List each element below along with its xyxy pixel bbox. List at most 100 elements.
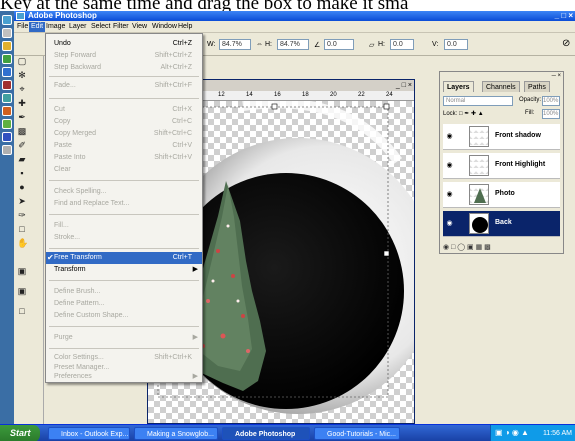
menu-window[interactable]: Window bbox=[152, 23, 177, 31]
quickmask-icon[interactable]: ▣ bbox=[17, 286, 27, 296]
layer-thumbnail bbox=[469, 126, 489, 147]
menu-item-step-backward[interactable]: Step Backward Alt+Ctrl+Z bbox=[46, 62, 202, 74]
transform-handle[interactable] bbox=[383, 250, 390, 257]
gradient-tool-icon[interactable]: ▪ bbox=[17, 168, 27, 178]
app-icon[interactable] bbox=[2, 93, 12, 103]
menu-item-fill[interactable]: Fill... bbox=[46, 220, 202, 232]
tab-layers[interactable]: Layers bbox=[443, 81, 474, 92]
menu-item-paste-into[interactable]: Paste Into Shift+Ctrl+V bbox=[46, 152, 202, 164]
window-controls[interactable]: _ □ × bbox=[555, 11, 573, 21]
layer-front-shadow[interactable]: ◉ Front shadow bbox=[443, 124, 560, 150]
menu-item-copy-merged[interactable]: Copy Merged Shift+Ctrl+C bbox=[46, 128, 202, 140]
hand-tool-icon[interactable]: ✋ bbox=[17, 238, 28, 248]
opacity-input[interactable]: 100% bbox=[542, 96, 560, 106]
menu-filter[interactable]: Filter bbox=[113, 23, 129, 31]
layer-thumbnail bbox=[469, 184, 489, 205]
app-icon[interactable] bbox=[2, 145, 12, 155]
eye-icon[interactable]: ◉ bbox=[445, 190, 454, 199]
menu-item-free-transform[interactable]: ✔ Free Transform Ctrl+T bbox=[46, 252, 202, 264]
tab-paths[interactable]: Paths bbox=[524, 81, 550, 92]
menu-item-purge[interactable]: Purge ▶ bbox=[46, 332, 202, 344]
menu-item-transform[interactable]: Transform ▶ bbox=[46, 264, 202, 276]
layer-name: Back bbox=[495, 219, 512, 226]
menu-item-define-custom-shape[interactable]: Define Custom Shape... bbox=[46, 310, 202, 322]
lasso-tool-icon[interactable]: ✻ bbox=[17, 70, 27, 80]
eraser-tool-icon[interactable]: ▰ bbox=[17, 154, 27, 164]
menu-item-preferences[interactable]: Preferences ▶ bbox=[46, 371, 202, 383]
layer-photo[interactable]: ◉ Photo bbox=[443, 182, 560, 208]
height-input[interactable]: 84.7% bbox=[277, 39, 309, 50]
color-swatch-icon[interactable]: ▣ bbox=[17, 266, 27, 276]
stamp-tool-icon[interactable]: ▩ bbox=[17, 126, 27, 136]
marquee-tool-icon[interactable]: ▢ bbox=[17, 56, 27, 66]
history-brush-icon[interactable]: ✐ bbox=[17, 140, 27, 150]
link-icon[interactable]: ⇔ bbox=[256, 41, 263, 48]
menu-separator bbox=[49, 180, 199, 181]
menu-item-define-brush[interactable]: Define Brush... bbox=[46, 286, 202, 298]
width-input[interactable]: 84.7% bbox=[219, 39, 251, 50]
menu-item-fade[interactable]: Fade... Shift+Ctrl+F bbox=[46, 80, 202, 92]
app-icon[interactable] bbox=[2, 119, 12, 129]
app-icon[interactable] bbox=[2, 132, 12, 142]
task-snowglobe[interactable]: Making a Snowglob... bbox=[134, 427, 218, 440]
document-controls[interactable]: _ □ × bbox=[396, 81, 412, 90]
task-outlook[interactable]: Inbox - Outlook Exp... bbox=[48, 427, 130, 440]
tray-icons[interactable]: ▣ ◑ ◉ ▲ bbox=[495, 428, 529, 437]
computer-icon[interactable] bbox=[2, 28, 12, 38]
notes-tool-icon[interactable]: □ bbox=[17, 224, 27, 234]
dodge-tool-icon[interactable]: ● bbox=[17, 182, 27, 192]
menu-item-step-forward[interactable]: Step Forward Shift+Ctrl+Z bbox=[46, 50, 202, 62]
fill-input[interactable]: 100% bbox=[542, 109, 560, 119]
blend-mode-select[interactable]: Normal bbox=[443, 96, 513, 106]
app-icon[interactable] bbox=[2, 80, 12, 90]
menu-edit[interactable]: Edit bbox=[29, 22, 46, 32]
tab-channels[interactable]: Channels bbox=[482, 81, 520, 92]
angle-input[interactable]: 0.0 bbox=[324, 39, 354, 50]
hskew-input[interactable]: 0.0 bbox=[390, 39, 414, 50]
menu-separator bbox=[49, 248, 199, 249]
menu-view[interactable]: View bbox=[132, 23, 147, 31]
eye-icon[interactable]: ◉ bbox=[445, 219, 454, 228]
menu-select[interactable]: Select bbox=[91, 23, 110, 31]
window-title: Adobe Photoshop bbox=[28, 11, 97, 20]
healing-tool-icon[interactable]: ✚ bbox=[17, 98, 27, 108]
vskew-input[interactable]: 0.0 bbox=[444, 39, 468, 50]
menu-help[interactable]: Help bbox=[178, 23, 192, 31]
cancel-transform-icon[interactable]: ⊘ bbox=[562, 38, 570, 49]
menu-item-clear[interactable]: Clear bbox=[46, 164, 202, 176]
pen-tool-icon[interactable]: ✑ bbox=[17, 210, 27, 220]
start-button[interactable]: Start bbox=[0, 425, 40, 441]
layer-front-highlight[interactable]: ◉ Front Highlight bbox=[443, 153, 560, 179]
screen-mode-icon[interactable]: □ bbox=[17, 306, 27, 316]
menu-item-stroke[interactable]: Stroke... bbox=[46, 232, 202, 244]
path-selection-icon[interactable]: ➤ bbox=[17, 196, 27, 206]
crop-tool-icon[interactable]: ⌖ bbox=[17, 84, 27, 94]
layer-back[interactable]: ◉ Back bbox=[443, 211, 560, 237]
transform-handle[interactable] bbox=[271, 103, 278, 110]
task-good-tutorials[interactable]: Good-Tutorials - Mic... bbox=[314, 427, 400, 440]
task-photoshop[interactable]: Adobe Photoshop bbox=[222, 427, 310, 440]
menu-item-copy[interactable]: Copy Ctrl+C bbox=[46, 116, 202, 128]
transform-handle[interactable] bbox=[383, 103, 390, 110]
menu-layer[interactable]: Layer bbox=[69, 23, 87, 31]
ie-icon[interactable] bbox=[2, 15, 12, 25]
app-icon[interactable] bbox=[2, 54, 12, 64]
menu-item-undo[interactable]: Undo Ctrl+Z bbox=[46, 38, 202, 50]
menu-image[interactable]: Image bbox=[46, 23, 65, 31]
menu-item-define-pattern[interactable]: Define Pattern... bbox=[46, 298, 202, 310]
app-icon[interactable] bbox=[2, 106, 12, 116]
brush-tool-icon[interactable]: ✒ bbox=[17, 112, 27, 122]
panel-controls[interactable]: ─ × bbox=[440, 72, 563, 80]
folder-icon[interactable] bbox=[2, 41, 12, 51]
menu-item-find-replace[interactable]: Find and Replace Text... bbox=[46, 198, 202, 210]
menu-item-paste[interactable]: Paste Ctrl+V bbox=[46, 140, 202, 152]
eye-icon[interactable]: ◉ bbox=[445, 161, 454, 170]
layers-footer-buttons[interactable]: ◉ □ ◯ ▣ ▦ ▩ bbox=[443, 243, 560, 253]
menu-file[interactable]: File bbox=[17, 23, 28, 31]
lock-icons[interactable]: □ ✒ ✚ ▲ bbox=[459, 111, 484, 117]
ruler-mark: 20 bbox=[330, 92, 337, 98]
app-icon[interactable] bbox=[2, 67, 12, 77]
eye-icon[interactable]: ◉ bbox=[445, 132, 454, 141]
menu-item-cut[interactable]: Cut Ctrl+X bbox=[46, 104, 202, 116]
menu-item-check-spelling[interactable]: Check Spelling... bbox=[46, 186, 202, 198]
